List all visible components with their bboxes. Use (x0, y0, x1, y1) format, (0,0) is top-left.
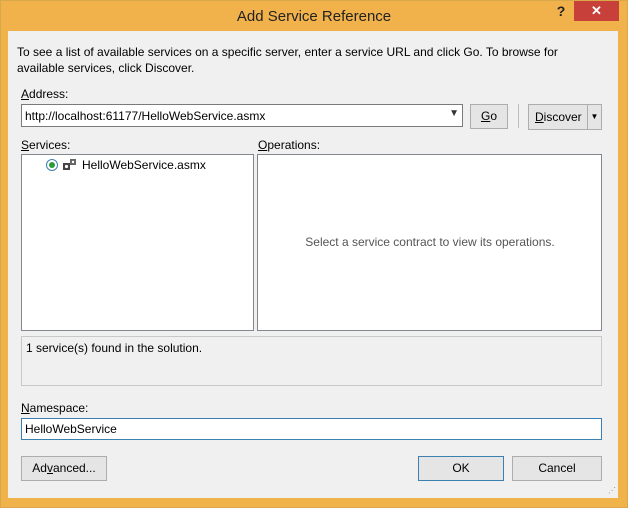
address-combobox[interactable]: http://localhost:61177/HelloWebService.a… (21, 104, 463, 127)
advanced-pre: Ad (32, 461, 47, 475)
namespace-label: Namespace: (21, 401, 88, 415)
resize-grip-icon[interactable]: ⋰ (608, 486, 618, 496)
status-box: 1 service(s) found in the solution. (21, 336, 602, 386)
service-item-label[interactable]: HelloWebService.asmx (82, 158, 206, 172)
expand-radio-icon[interactable] (46, 159, 58, 171)
address-label-accel: A (21, 87, 30, 101)
operations-panel: Select a service contract to view its op… (257, 154, 602, 331)
address-label: Address: (21, 87, 68, 101)
operations-placeholder: Select a service contract to view its op… (305, 235, 555, 249)
namespace-value[interactable]: HelloWebService (25, 422, 117, 436)
chevron-down-icon[interactable]: ▼ (449, 108, 459, 119)
services-label: Services: (21, 138, 70, 152)
services-tree[interactable] (21, 154, 254, 331)
services-label-accel: S (21, 138, 30, 152)
operations-label: Operations: (258, 138, 320, 152)
namespace-label-accel: N (21, 401, 30, 415)
service-icon (62, 157, 78, 173)
discover-accel: D (535, 110, 544, 124)
namespace-label-rest: amespace: (29, 401, 89, 415)
operations-label-accel: O (258, 138, 268, 152)
toolbar-separator (518, 104, 519, 128)
ok-button[interactable]: OK (418, 456, 504, 481)
discover-dropdown-arrow-icon[interactable]: ▼ (587, 104, 601, 130)
go-accel: G (480, 109, 491, 123)
advanced-button[interactable]: Advanced... (21, 456, 107, 481)
go-rest: o (490, 109, 498, 123)
services-label-rest: ervices: (29, 138, 71, 152)
instructions-text: To see a list of available services on a… (17, 45, 558, 75)
status-text: 1 service(s) found in the solution. (26, 341, 203, 355)
discover-rest: iscover (543, 110, 582, 124)
namespace-input[interactable]: HelloWebService (21, 418, 602, 440)
close-button[interactable]: ✕ (574, 1, 619, 21)
advanced-post: anced... (52, 461, 96, 475)
address-value[interactable]: http://localhost:61177/HelloWebService.a… (25, 109, 265, 123)
go-button[interactable]: Go (470, 104, 508, 129)
dialog-title: Add Service Reference (236, 8, 392, 25)
address-label-rest: ddress: (29, 87, 69, 101)
operations-label-rest: perations: (267, 138, 321, 152)
title-bar[interactable]: Add Service Reference ? ✕ (1, 1, 627, 32)
help-button[interactable]: ? (549, 1, 573, 21)
cancel-button[interactable]: Cancel (512, 456, 602, 481)
